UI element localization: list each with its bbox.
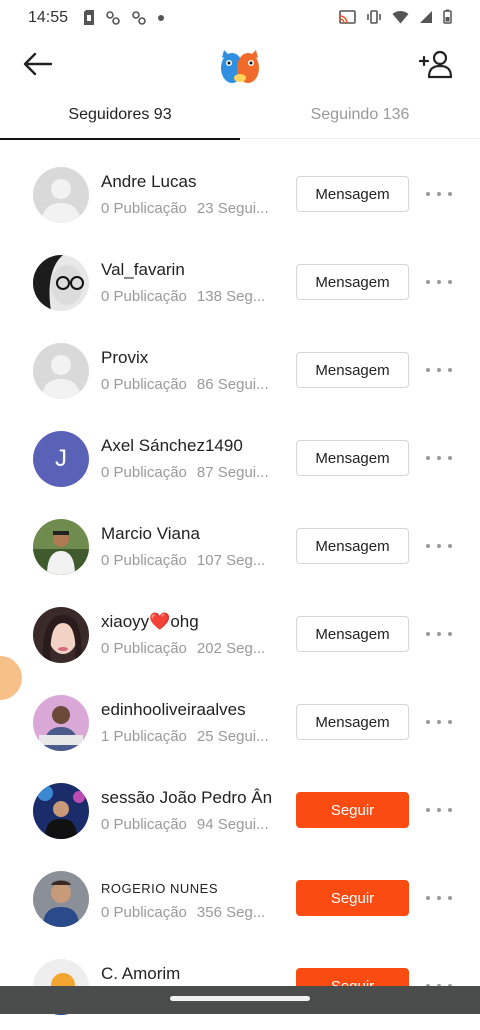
user-stats: 0 Publicação 87 Segui... — [101, 464, 279, 481]
tab-followers[interactable]: Seguidores 93 — [0, 96, 240, 140]
user-stats: 0 Publicação 23 Segui... — [101, 200, 279, 217]
user-name: Andre Lucas — [101, 172, 197, 191]
default-avatar-icon — [33, 343, 89, 399]
user-avatar — [33, 783, 89, 839]
follow-button[interactable]: Seguir — [296, 792, 409, 828]
status-time: 14:55 — [28, 9, 69, 26]
message-button[interactable]: Mensagem — [296, 176, 409, 212]
message-button[interactable]: Mensagem — [296, 528, 409, 564]
notification-icon — [106, 10, 120, 25]
user-name: edinhooliveiraalves — [101, 700, 246, 719]
user-name: xiaoyy❤️ohg — [101, 612, 199, 631]
user-stats: 0 Publicação 107 Seg... — [101, 552, 279, 569]
list-item[interactable]: Val_favarin 0 Publicação 138 Seg... Mensa… — [0, 238, 480, 326]
post-count: 0 Publicação — [101, 288, 187, 305]
post-count: 0 Publicação — [101, 816, 187, 833]
follower-count: 23 Segui... — [196, 200, 269, 217]
more-options-button[interactable] — [426, 802, 452, 818]
list-item[interactable]: xiaoyy❤️ohg 0 Publicação 202 Seg... Mensa… — [0, 590, 480, 678]
back-button[interactable] — [20, 46, 56, 82]
notification-icon — [132, 10, 146, 25]
signal-icon — [420, 10, 432, 23]
user-name: Axel Sánchez1490 — [101, 436, 243, 455]
status-bar: 14:55 — [0, 0, 480, 36]
list-item[interactable]: Marcio Viana 0 Publicação 107 Seg... Mens… — [0, 502, 480, 590]
follower-count: 107 Seg... — [196, 552, 266, 569]
more-options-button[interactable] — [426, 626, 452, 642]
user-name: sessão João Pedro Ân — [101, 788, 273, 807]
list-item[interactable]: Andre Lucas 0 Publicação 23 Segui... Mens… — [0, 150, 480, 238]
follower-count: 356 Seg... — [196, 904, 266, 921]
list-item[interactable]: J Axel Sánchez1490 0 Publicação 87 Segui.… — [0, 414, 480, 502]
post-count: 0 Publicação — [101, 904, 187, 921]
user-name: Provix — [101, 348, 149, 367]
follower-count: 25 Segui... — [196, 728, 269, 745]
message-button[interactable]: Mensagem — [296, 264, 409, 300]
user-stats: 0 Publicação 138 Seg... — [101, 288, 279, 305]
message-button[interactable]: Mensagem — [296, 440, 409, 476]
user-name: ROGERIO NUNES — [101, 881, 219, 896]
follow-button[interactable]: Seguir — [296, 880, 409, 916]
follower-count: 94 Segui... — [196, 816, 269, 833]
more-options-button[interactable] — [426, 538, 452, 554]
user-stats: 0 Publicação 94 Segui... — [101, 816, 279, 833]
navigation-bar — [0, 986, 480, 1014]
message-button[interactable]: Mensagem — [296, 352, 409, 388]
add-user-button[interactable] — [416, 44, 456, 84]
cast-icon — [339, 9, 356, 24]
list-item[interactable]: edinhooliveiraalves 1 Publicação 25 Segui… — [0, 678, 480, 766]
add-user-icon — [419, 50, 453, 79]
avatar-initial: J — [55, 445, 67, 472]
wifi-icon — [392, 10, 409, 23]
follower-count: 87 Segui... — [196, 464, 269, 481]
post-count: 0 Publicação — [101, 376, 187, 393]
more-options-button[interactable] — [426, 274, 452, 290]
arrow-left-icon — [23, 52, 53, 76]
user-avatar — [33, 871, 89, 927]
more-options-button[interactable] — [426, 714, 452, 730]
dot-icon — [158, 14, 164, 21]
message-button[interactable]: Mensagem — [296, 616, 409, 652]
tab-following[interactable]: Seguindo 136 — [240, 96, 480, 138]
list-item[interactable]: sessão João Pedro Ân 0 Publicação 94 Segu… — [0, 766, 480, 854]
list-item[interactable]: Provix 0 Publicação 86 Segui... Mensagem — [0, 326, 480, 414]
user-name: Marcio Viana — [101, 524, 200, 543]
user-avatar — [33, 695, 89, 751]
default-avatar-icon — [33, 167, 89, 223]
user-avatar — [33, 519, 89, 575]
follower-count: 202 Seg... — [196, 640, 266, 657]
user-avatar — [33, 255, 89, 311]
app-logo-icon — [221, 50, 259, 83]
user-name: C. Amorim — [101, 964, 181, 983]
user-stats: 0 Publicação 86 Segui... — [101, 376, 279, 393]
post-count: 0 Publicação — [101, 552, 187, 569]
user-avatar — [33, 607, 89, 663]
app-header — [0, 36, 480, 92]
follower-count: 138 Seg... — [196, 288, 266, 305]
user-name: Val_favarin — [101, 260, 185, 279]
message-button[interactable]: Mensagem — [296, 704, 409, 740]
user-stats: 0 Publicação 356 Seg... — [101, 904, 279, 921]
more-options-button[interactable] — [426, 450, 452, 466]
post-count: 0 Publicação — [101, 200, 187, 217]
list-item[interactable]: ROGERIO NUNES 0 Publicação 356 Seg... Seg… — [0, 854, 480, 942]
more-options-button[interactable] — [426, 362, 452, 378]
followers-list: Andre Lucas 0 Publicação 23 Segui... Mens… — [0, 150, 480, 1030]
vibrate-icon — [367, 9, 381, 24]
follower-count: 86 Segui... — [196, 376, 269, 393]
post-count: 0 Publicação — [101, 640, 187, 657]
home-gesture-handle[interactable] — [170, 996, 310, 1001]
user-stats: 0 Publicação 202 Seg... — [101, 640, 279, 657]
sim-card-icon — [84, 10, 94, 25]
user-stats: 1 Publicação 25 Segui... — [101, 728, 279, 745]
letter-avatar: J — [33, 431, 89, 487]
post-count: 0 Publicação — [101, 464, 187, 481]
more-options-button[interactable] — [426, 186, 452, 202]
follow-tabs: Seguidores 93 Seguindo 136 — [0, 96, 480, 140]
post-count: 1 Publicação — [101, 728, 187, 745]
more-options-button[interactable] — [426, 890, 452, 906]
battery-icon — [443, 9, 452, 24]
